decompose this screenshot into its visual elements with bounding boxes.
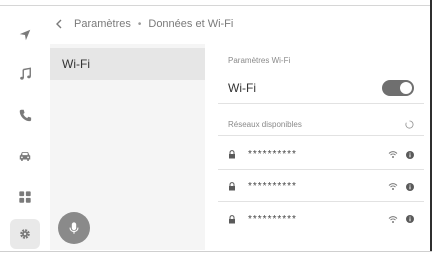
wifi-signal-icon: [388, 151, 398, 158]
network-row[interactable]: **********: [218, 204, 424, 234]
sidebar-item-phone[interactable]: [10, 100, 40, 130]
sidebar: [6, 16, 44, 250]
top-frame: [0, 0, 432, 6]
microphone-icon: [69, 222, 79, 234]
network-name: **********: [248, 149, 297, 160]
navigation-icon: [19, 29, 31, 41]
back-button[interactable]: [50, 15, 68, 33]
lock-icon: [229, 214, 235, 223]
wifi-label: Wi-Fi: [228, 80, 256, 95]
loading-spinner-icon: [405, 120, 414, 129]
music-icon: [20, 67, 31, 80]
toggle-knob: [400, 81, 412, 94]
sidebar-item-apps[interactable]: [10, 182, 40, 212]
info-icon[interactable]: [406, 182, 414, 191]
wifi-toggle-row[interactable]: Wi-Fi: [218, 72, 424, 104]
chevron-left-icon: [56, 19, 62, 29]
breadcrumb-current: Données et Wi-Fi: [148, 18, 234, 30]
lock-icon: [229, 150, 235, 159]
network-row[interactable]: **********: [218, 172, 424, 202]
sidebar-item-navigation[interactable]: [10, 20, 40, 50]
breadcrumb-separator: •: [137, 18, 142, 30]
lock-icon: [229, 182, 235, 191]
phone-icon: [19, 109, 32, 122]
list-item-label: Wi-Fi: [62, 57, 90, 71]
wifi-signal-icon: [388, 215, 398, 223]
screen: Paramètres • Données et Wi-Fi Wi-Fi Para…: [0, 0, 432, 259]
wifi-settings-panel: Paramètres Wi-Fi Wi-Fi Réseaux disponibl…: [218, 48, 424, 252]
car-icon: [19, 152, 31, 161]
available-networks-header: Réseaux disponibles: [218, 114, 424, 136]
sidebar-item-settings[interactable]: [10, 219, 40, 249]
section-title: Paramètres Wi-Fi: [228, 56, 291, 65]
info-icon[interactable]: [406, 215, 414, 223]
voice-button[interactable]: [58, 212, 90, 244]
sidebar-item-music[interactable]: [10, 59, 40, 89]
network-row[interactable]: **********: [218, 140, 424, 170]
wifi-toggle[interactable]: [382, 79, 414, 96]
available-networks-title: Réseaux disponibles: [228, 120, 302, 129]
list-item-wifi[interactable]: Wi-Fi: [50, 48, 205, 80]
info-icon[interactable]: [406, 150, 414, 159]
gear-icon: [20, 229, 30, 239]
network-name: **********: [248, 213, 297, 225]
network-name: **********: [248, 181, 297, 192]
bottom-frame: [0, 251, 432, 259]
apps-grid-icon: [19, 191, 31, 203]
wifi-signal-icon: [388, 183, 398, 190]
breadcrumb-parent[interactable]: Paramètres: [74, 18, 131, 30]
sidebar-item-vehicle[interactable]: [10, 141, 40, 171]
breadcrumb: Paramètres • Données et Wi-Fi: [50, 12, 233, 36]
